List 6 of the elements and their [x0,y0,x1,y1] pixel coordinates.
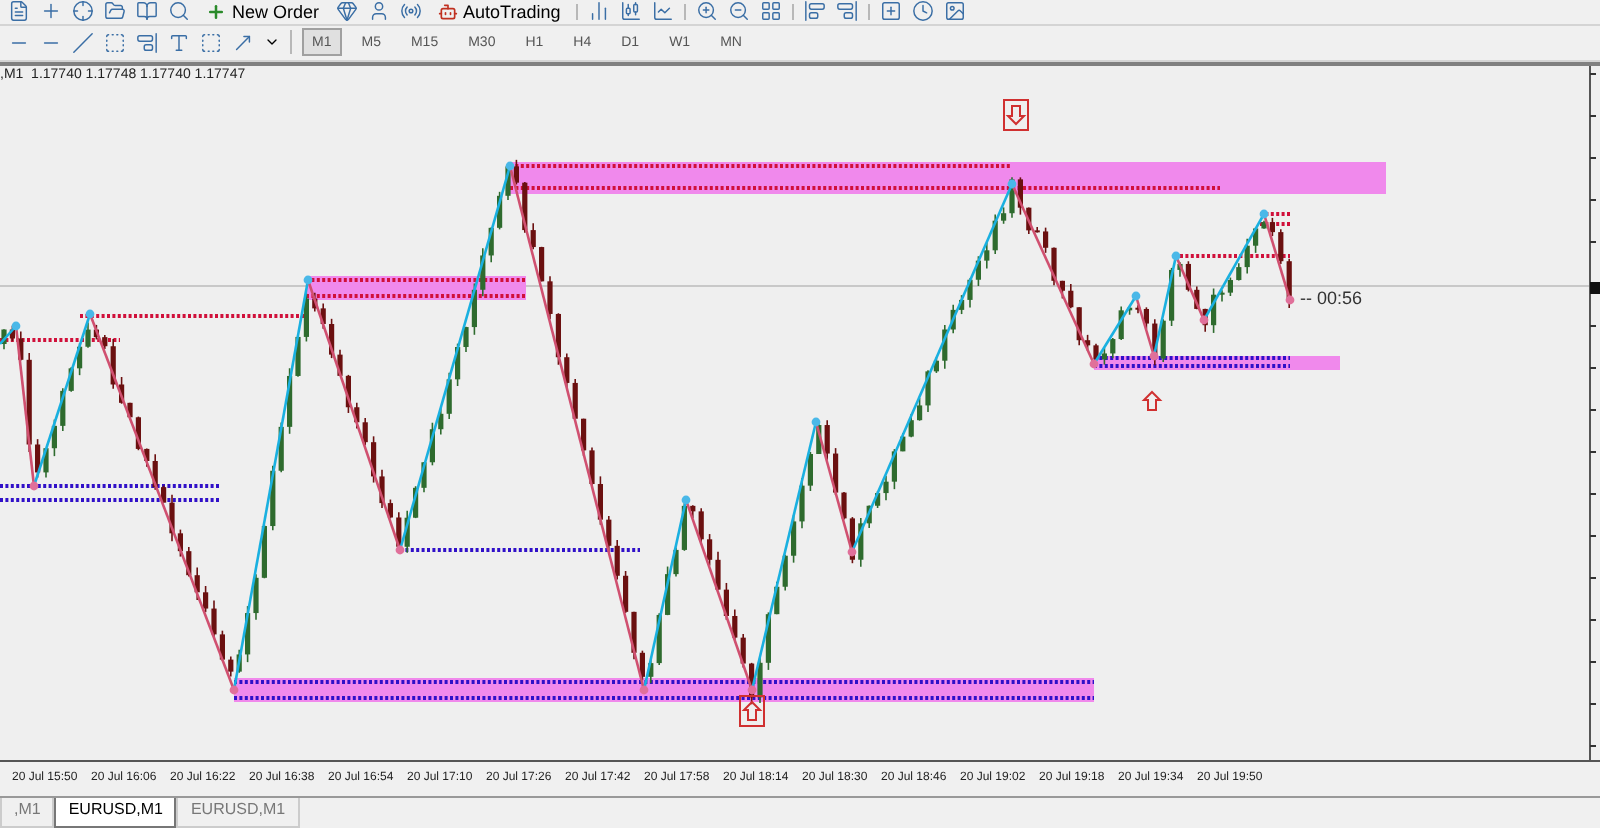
chart-tab[interactable]: EURUSD,M1 [54,798,177,828]
chart-tab[interactable]: EURUSD,M1 [176,798,300,828]
bar-countdown-text: -- 00:56 [1300,287,1363,308]
new-order-button[interactable]: New Order [200,0,326,23]
auto-trading-button[interactable]: AutoTrading [431,0,567,23]
chart-tab[interactable]: ,M1 [0,798,55,828]
